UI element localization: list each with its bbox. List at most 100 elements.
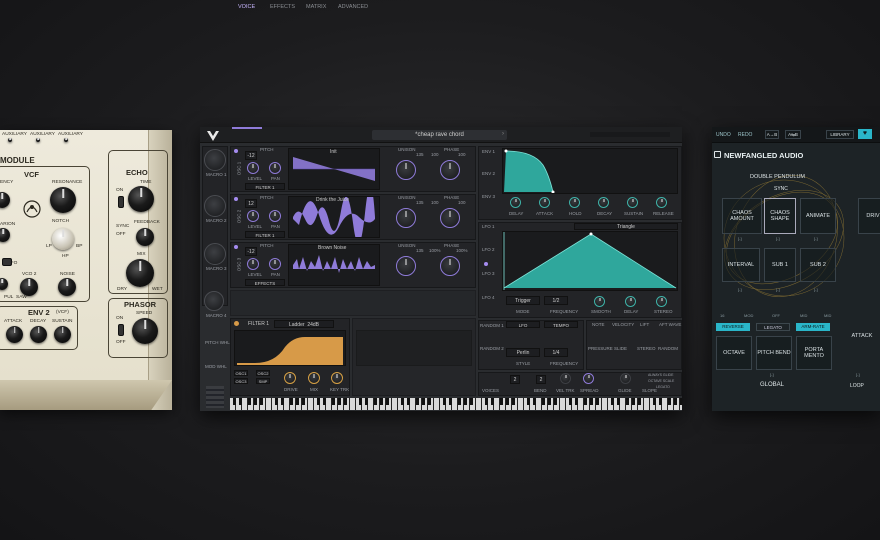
mod-pressure[interactable]: PRESSURE — [588, 346, 613, 351]
vital-logo-icon[interactable] — [206, 129, 220, 141]
animate-button[interactable]: ANIMATE — [800, 198, 836, 234]
env2-attack-knob[interactable] — [6, 326, 23, 343]
echo-sync-switch[interactable] — [118, 196, 124, 208]
random-freq-value[interactable]: 1/4 — [544, 348, 568, 357]
filter-smp-button[interactable]: SMP — [256, 378, 270, 384]
random-tempo-tab[interactable]: TEMPO — [544, 321, 578, 328]
macro-1-knob[interactable] — [204, 149, 226, 171]
filter-2-display[interactable] — [356, 330, 472, 366]
env2-sustain-knob[interactable] — [54, 326, 71, 343]
filter-response-display[interactable] — [234, 330, 346, 366]
mode-label[interactable]: DOUBLE PENDULUM — [750, 174, 805, 180]
legato-selector[interactable]: LEGATO — [756, 323, 790, 331]
filter-type-select[interactable]: Ladder 24dB — [274, 320, 334, 328]
filter-mix-knob[interactable] — [308, 372, 320, 384]
tab-matrix[interactable]: MATRIX — [306, 4, 326, 10]
mod-slide[interactable]: SLIDE — [614, 346, 627, 351]
sub-1-button[interactable]: SUB 1 — [764, 248, 796, 282]
phasor-speed-knob[interactable] — [132, 318, 158, 344]
random-lfo-tab[interactable]: LFO — [506, 321, 540, 328]
lfo-shape-select[interactable]: Triangle — [574, 223, 678, 230]
drive-button[interactable]: DRIV — [858, 198, 880, 234]
tab-advanced[interactable]: ADVANCED — [338, 4, 368, 10]
keyboard-range-icon[interactable] — [206, 386, 224, 408]
undo-button[interactable]: UNDO — [716, 132, 731, 138]
env-sustain-knob[interactable] — [627, 197, 638, 208]
portamento-button[interactable]: PORTA MENTO — [796, 336, 832, 370]
aux-jack-2[interactable] — [36, 138, 40, 142]
octave-button[interactable]: OCTAVE — [716, 336, 752, 370]
env-3-label[interactable]: ENV 3 — [482, 194, 495, 199]
filter-drive-knob[interactable] — [284, 372, 296, 384]
osc-3-pan-knob[interactable] — [269, 258, 281, 270]
lfo-4-label[interactable]: LFO 4 — [482, 295, 495, 300]
mod-random[interactable]: RANDOM — [658, 346, 678, 351]
pitch-bend-button[interactable]: PITCH BEND — [756, 336, 792, 370]
library-button[interactable]: LIBRARY — [826, 130, 854, 139]
heart-icon[interactable]: ♥ — [858, 129, 872, 139]
lfo-freq-value[interactable]: 1/2 — [544, 296, 568, 305]
chaos-shape-button[interactable]: CHAOS SHAPE — [764, 198, 796, 234]
lfo-2-label[interactable]: LFO 2 — [482, 247, 495, 252]
mod-lift[interactable]: LIFT — [640, 322, 649, 327]
osc-1-filter-dest[interactable]: FILTER 1 — [245, 183, 285, 190]
mod-stereo[interactable]: STEREO — [637, 346, 656, 351]
aux-jack-1[interactable] — [8, 138, 12, 142]
env-attack-knob[interactable] — [539, 197, 550, 208]
tab-effects[interactable]: EFFECTS — [270, 4, 295, 10]
interval-button[interactable]: INTERVAL — [722, 248, 760, 282]
preset-name[interactable]: *cheap rave chord — [372, 130, 507, 140]
random-1-label[interactable]: RANDOM 1 — [480, 323, 504, 328]
tab-voice[interactable]: VOICE — [238, 4, 255, 10]
osc-2-unison-knob[interactable] — [396, 208, 416, 228]
osc-1-phase-knob[interactable] — [440, 160, 460, 180]
osc-3-filter-dest[interactable]: EFFECTS — [245, 279, 285, 286]
osc-3-power[interactable] — [234, 245, 238, 249]
lfo-smooth-knob[interactable] — [594, 296, 605, 307]
env2-decay-knob[interactable] — [30, 326, 47, 343]
attack-button[interactable]: ATTACK — [844, 326, 880, 346]
sync-label[interactable]: SYNC — [774, 186, 788, 192]
bend-value[interactable]: 2 — [536, 375, 546, 384]
osc-3-level-knob[interactable] — [247, 258, 259, 270]
a-to-b-button[interactable]: A→B — [765, 130, 779, 139]
filter-osc3-button[interactable]: OSC3 — [234, 378, 248, 384]
filter-keytrack-knob[interactable] — [331, 372, 343, 384]
osc-3-semi[interactable]: -12 — [245, 247, 257, 256]
aux-jack-3[interactable] — [64, 138, 68, 142]
octave-scale-label[interactable]: OCTAVE SCALE — [648, 379, 674, 383]
notch-knob[interactable] — [52, 228, 74, 250]
filter-osc2-button[interactable]: OSC2 — [256, 370, 270, 376]
macro-4-knob[interactable] — [204, 291, 224, 311]
vco2-knob[interactable] — [20, 278, 38, 296]
osc-2-semi[interactable]: 12 — [245, 199, 257, 208]
legato-label[interactable]: LEGATO — [656, 385, 670, 389]
osc-3-phase-knob[interactable] — [440, 256, 460, 276]
lfo-delay-knob[interactable] — [625, 296, 636, 307]
env-2-label[interactable]: ENV 2 — [482, 171, 495, 176]
env-release-knob[interactable] — [656, 197, 667, 208]
resonance-knob[interactable] — [50, 187, 76, 213]
chaos-amount-button[interactable]: CHAOS AMOUNT — [722, 198, 762, 234]
mod-note[interactable]: NOTE — [592, 322, 605, 327]
mod-velocity[interactable]: VELOCITY — [612, 322, 634, 327]
env-1-label[interactable]: ENV 1 — [482, 149, 495, 154]
osc-3-unison-knob[interactable] — [396, 256, 416, 276]
spread-knob[interactable] — [583, 373, 594, 384]
redo-button[interactable]: REDO — [738, 132, 752, 138]
osc-1-level-knob[interactable] — [247, 162, 259, 174]
lfo-3-label[interactable]: LFO 3 — [482, 271, 495, 276]
filter-1-power[interactable] — [234, 321, 239, 326]
osc-1-semi[interactable]: -12 — [245, 151, 257, 160]
envelope-display[interactable] — [502, 148, 678, 194]
osc-2-power[interactable] — [234, 197, 238, 201]
echo-time-knob[interactable] — [128, 186, 154, 212]
random-style-value[interactable]: Perlin — [506, 348, 540, 357]
osc-1-unison-knob[interactable] — [396, 160, 416, 180]
osc-1-pan-knob[interactable] — [269, 162, 281, 174]
osc-2-pan-knob[interactable] — [269, 210, 281, 222]
reverse-selector[interactable]: REVERSE — [716, 323, 750, 331]
loop-label[interactable]: LOOP — [850, 383, 864, 389]
osc-2-level-knob[interactable] — [247, 210, 259, 222]
sub-2-button[interactable]: SUB 2 — [800, 248, 836, 282]
